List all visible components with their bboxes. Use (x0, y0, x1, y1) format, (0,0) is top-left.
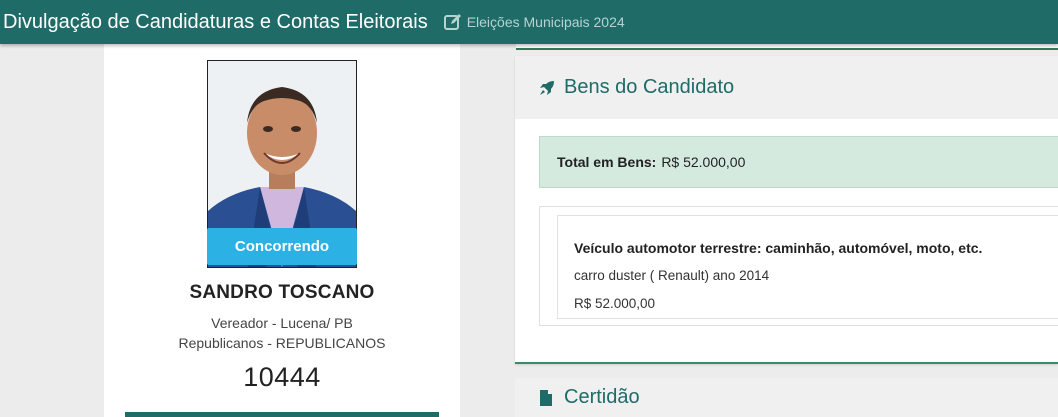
certidao-title: Certidão (564, 386, 640, 408)
edit-icon[interactable] (443, 13, 462, 31)
top-bar: Divulgação de Candidaturas e Contas Elei… (0, 0, 1058, 44)
bem-description: carro duster ( Renault) ano 2014 (574, 268, 770, 283)
bens-list: Veículo automotor terrestre: caminhão, a… (539, 206, 1058, 326)
bem-value: R$ 52.000,00 (574, 296, 656, 311)
list-item: Veículo automotor terrestre: caminhão, a… (557, 215, 1058, 319)
app-title[interactable]: Divulgação de Candidaturas e Contas Elei… (3, 11, 428, 34)
candidate-party: Republicanos - REPUBLICANOS (178, 335, 386, 351)
total-bens-box: Total em Bens: R$ 52.000,00 (539, 136, 1058, 188)
total-value: R$ 52.000,00 (661, 154, 746, 170)
bens-title: Bens do Candidato (564, 76, 735, 98)
bens-card-header: Bens do Candidato (515, 56, 1058, 119)
bem-type: Veículo automotor terrestre: caminhão, a… (574, 240, 983, 256)
election-label[interactable]: Eleições Municipais 2024 (467, 14, 625, 30)
candidate-name: SANDRO TOSCANO (189, 282, 375, 303)
bens-card: Bens do Candidato Total em Bens: R$ 52.0… (515, 56, 1058, 364)
total-label: Total em Bens: (557, 154, 657, 170)
status-badge: Concorrendo (207, 228, 357, 265)
candidate-role: Vereador - Lucena/ PB (211, 315, 353, 331)
certidao-card-header[interactable]: Certidão (515, 378, 1058, 417)
divider (125, 412, 439, 417)
rocket-icon (539, 80, 555, 96)
previous-card-edge (516, 44, 1058, 50)
candidate-card: Concorrendo SANDRO TOSCANO Vereador - Lu… (104, 44, 460, 417)
candidate-number: 10444 (243, 362, 321, 392)
file-icon (539, 389, 555, 406)
